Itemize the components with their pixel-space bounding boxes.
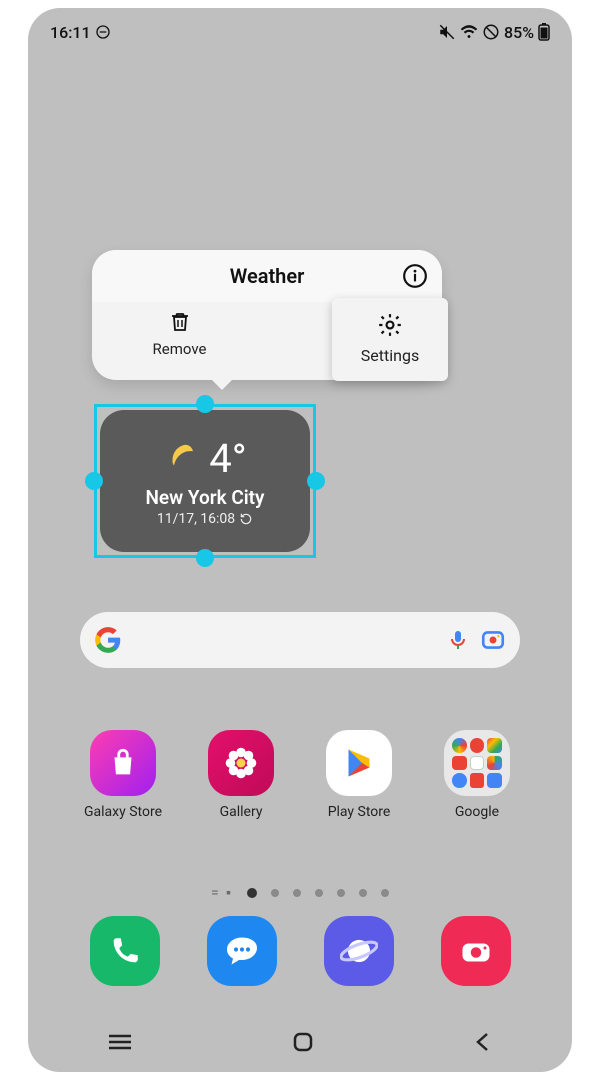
android-nav-bar	[28, 1016, 572, 1072]
nav-home[interactable]	[291, 1030, 315, 1058]
gear-icon	[377, 312, 403, 338]
dock-camera[interactable]	[429, 916, 522, 986]
page-dot-active	[247, 888, 257, 898]
app-label: Gallery	[220, 804, 263, 820]
google-search-bar[interactable]	[80, 612, 520, 668]
selection-frame	[94, 404, 316, 558]
battery-text: 85%	[504, 23, 534, 42]
info-button[interactable]	[402, 263, 428, 289]
mute-icon	[438, 23, 456, 41]
wifi-icon	[460, 23, 478, 41]
settings-label: Settings	[361, 346, 419, 365]
flower-icon	[223, 745, 259, 781]
dock-browser[interactable]	[312, 916, 405, 986]
resize-handle-top[interactable]	[196, 395, 214, 413]
app-galaxy-store[interactable]: Galaxy Store	[76, 730, 170, 820]
dock	[78, 916, 522, 986]
status-bar: 16:11 85%	[28, 8, 572, 46]
weather-widget-selection[interactable]: 4° New York City 11/17, 16:08	[94, 404, 316, 558]
play-icon	[341, 745, 377, 781]
widget-context-menu: Weather Remove Settings	[92, 250, 442, 380]
panel-indicator-icon: = ▪	[211, 884, 233, 901]
page-indicator[interactable]: = ▪	[28, 884, 572, 901]
app-label: Play Store	[328, 804, 391, 820]
home-app-row: Galaxy Store Gallery Play Store	[76, 730, 524, 820]
dock-messages[interactable]	[195, 916, 288, 986]
settings-button[interactable]: Settings	[332, 298, 448, 381]
battery-icon	[538, 23, 550, 41]
chat-icon	[224, 933, 260, 969]
resize-handle-left[interactable]	[85, 472, 103, 490]
planet-icon	[340, 932, 378, 970]
camera-icon	[458, 933, 494, 969]
no-sim-icon	[482, 23, 500, 41]
popup-title: Weather	[230, 264, 305, 288]
app-google-folder[interactable]: Google	[430, 730, 524, 820]
phone-frame: 16:11 85% Weather Remove Set	[28, 8, 572, 1072]
google-logo-icon	[94, 626, 122, 654]
dnd-icon	[95, 24, 111, 40]
resize-handle-right[interactable]	[307, 472, 325, 490]
nav-recent[interactable]	[107, 1032, 133, 1056]
app-gallery[interactable]: Gallery	[194, 730, 288, 820]
remove-label: Remove	[153, 340, 207, 358]
lens-icon[interactable]	[480, 627, 506, 653]
resize-handle-bottom[interactable]	[196, 549, 214, 567]
page-dot	[337, 889, 345, 897]
page-dot	[381, 889, 389, 897]
dock-phone[interactable]	[78, 916, 171, 986]
phone-icon	[108, 934, 142, 968]
nav-back[interactable]	[473, 1030, 493, 1058]
remove-button[interactable]: Remove	[92, 310, 267, 358]
page-dot	[359, 889, 367, 897]
page-dot	[271, 889, 279, 897]
page-dot	[293, 889, 301, 897]
mic-icon[interactable]	[446, 628, 470, 652]
status-time: 16:11	[50, 23, 91, 42]
bag-icon	[106, 746, 140, 780]
app-play-store[interactable]: Play Store	[312, 730, 406, 820]
trash-icon	[168, 310, 192, 334]
app-label: Galaxy Store	[84, 804, 162, 820]
page-dot	[315, 889, 323, 897]
popup-header: Weather	[92, 250, 442, 302]
app-label: Google	[455, 804, 499, 820]
